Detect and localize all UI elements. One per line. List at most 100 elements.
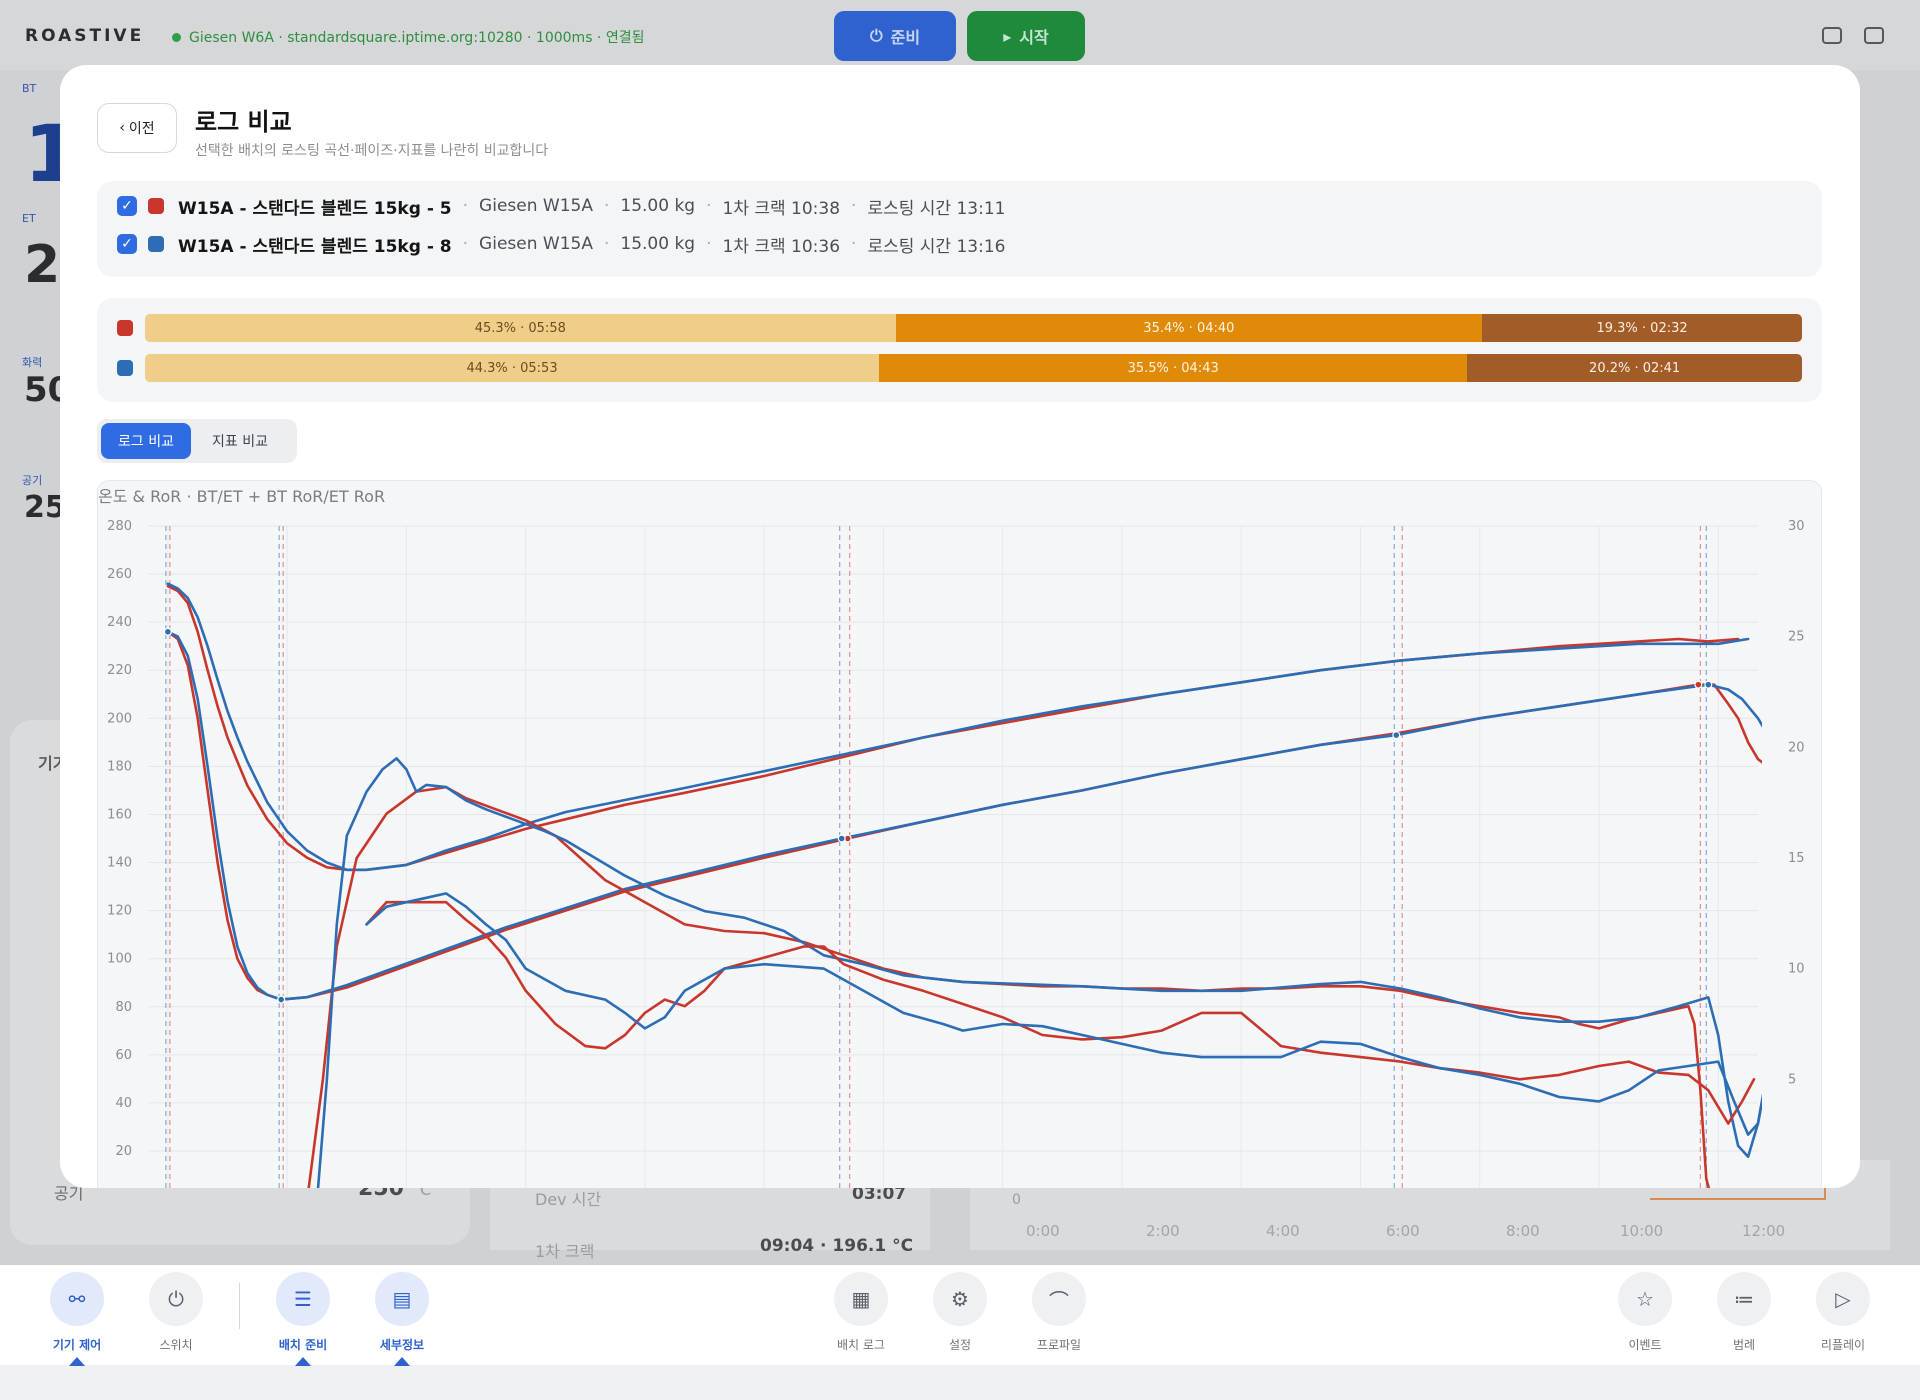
batch-machine: Giesen W15A xyxy=(479,196,593,216)
nav-settings[interactable]: ⚙ 설정 xyxy=(910,1272,1010,1353)
y-left-tick-label: 40 xyxy=(115,1096,132,1111)
start-button-label: 시작 xyxy=(1019,28,1049,47)
series-et-batch-5 xyxy=(166,584,1740,872)
nav-switch[interactable]: ⏻ 스위치 xyxy=(126,1272,226,1353)
back-button[interactable]: ‹ 이전 xyxy=(97,103,177,153)
event-marker xyxy=(837,834,846,843)
y-left-tick-label: 200 xyxy=(107,711,132,726)
batch-first-crack: 1차 크랙 10:38 xyxy=(722,198,841,219)
dev-time-label: Dev 시간 xyxy=(535,1190,602,1209)
mini-axis-tick: 12:00 xyxy=(1742,1222,1786,1240)
nav-profile[interactable]: ⌒ 프로파일 xyxy=(1009,1272,1109,1353)
y-right-tick-label: 25 xyxy=(1788,630,1805,645)
mini-axis-tick: 4:00 xyxy=(1266,1222,1300,1240)
series-bt-ror-batch-5 xyxy=(307,785,1711,1188)
nav-settings-label: 설정 xyxy=(948,1338,972,1352)
batch-row[interactable]: ✓ W15A - 스탠다드 블렌드 15kg - 8 · Giesen W15A… xyxy=(117,232,1005,257)
temperature-chart: 280 260 240 220 200 180 160 140 120 100 80 60 40 20 30… xyxy=(97,480,1822,1188)
nav-device-control[interactable]: ⚯ 기기 제어 xyxy=(27,1272,127,1366)
phase-color-swatch xyxy=(117,320,133,336)
document-icon: ▤ xyxy=(375,1272,429,1326)
sidebar-toggle-icon[interactable] xyxy=(1822,27,1842,44)
readout-label-bt: BT xyxy=(22,82,37,95)
y-left-tick-label: 260 xyxy=(107,567,132,582)
bottom-strip xyxy=(0,1365,1920,1400)
nav-events-label: 이벤트 xyxy=(1628,1338,1662,1352)
top-bar: ROASTIVE Giesen W6A · standardsquare.ipt… xyxy=(0,0,1920,70)
mini-axis-tick: 0:00 xyxy=(1026,1222,1060,1240)
nav-batch-log[interactable]: ▦ 배치 로그 xyxy=(811,1272,911,1353)
columns-layout-icon[interactable] xyxy=(1864,27,1884,44)
y-right-tick-label: 15 xyxy=(1788,851,1805,866)
readout-label-air: 공기 xyxy=(22,474,43,487)
nav-active-indicator xyxy=(295,1357,311,1366)
nav-legend-label: 범례 xyxy=(1732,1338,1756,1352)
nav-device-control-label: 기기 제어 xyxy=(52,1338,102,1352)
batch-first-crack: 1차 크랙 10:36 xyxy=(722,236,841,257)
mini-axis-tick: 10:00 xyxy=(1620,1222,1664,1240)
phase-segment-maillard: 35.4% · 04:40 xyxy=(895,314,1483,342)
chart-title: 온도 & RoR · BT/ET + BT RoR/ET RoR xyxy=(98,487,386,506)
nav-details[interactable]: ▤ 세부정보 xyxy=(352,1272,452,1366)
nav-replay[interactable]: ▷ 리플레이 xyxy=(1793,1272,1893,1353)
nav-active-indicator xyxy=(69,1357,85,1366)
batch-weight: 15.00 kg xyxy=(620,234,696,254)
nav-legend[interactable]: ≔ 범례 xyxy=(1694,1272,1794,1353)
tab-metric-compare[interactable]: 지표 비교 xyxy=(195,423,285,459)
connection-dot-icon xyxy=(172,32,181,42)
event-marker xyxy=(1694,680,1703,689)
nav-batch-log-label: 배치 로그 xyxy=(837,1338,885,1352)
back-button-label: 이전 xyxy=(128,121,155,137)
start-button[interactable]: ▸ 시작 xyxy=(967,11,1085,61)
batch-checkbox[interactable]: ✓ xyxy=(117,234,137,254)
device-control-icon: ⚯ xyxy=(50,1272,104,1326)
series-bt-batch-8 xyxy=(166,630,1762,1001)
nav-batch-prep-label: 배치 준비 xyxy=(278,1338,328,1352)
mini-chart-zero: 0 xyxy=(1012,1192,1021,1208)
y-left-tick-label: 280 xyxy=(107,519,132,534)
tab-log-compare[interactable]: 로그 비교 xyxy=(101,423,191,459)
table-icon: ▦ xyxy=(834,1272,888,1326)
first-crack-label: 1차 크랙 xyxy=(535,1242,595,1261)
compare-tabs: 로그 비교 지표 비교 xyxy=(97,419,297,463)
batch-machine: Giesen W15A xyxy=(479,234,593,254)
event-marker xyxy=(1392,731,1401,740)
batch-row[interactable]: ✓ W15A - 스탠다드 블렌드 15kg - 5 · Giesen W15A… xyxy=(117,194,1005,219)
nav-active-indicator xyxy=(394,1357,410,1366)
y-left-tick-label: 20 xyxy=(115,1144,132,1159)
phase-segment-development: 19.3% · 02:32 xyxy=(1482,314,1802,342)
chevron-left-icon: ‹ xyxy=(119,120,125,136)
y-left-tick-label: 60 xyxy=(115,1048,132,1063)
phase-segment-development: 20.2% · 02:41 xyxy=(1467,354,1802,382)
phase-comparison: 45.3% · 05:58 35.4% · 04:40 19.3% · 02:3… xyxy=(97,298,1822,402)
y-left-tick-label: 120 xyxy=(107,904,132,919)
chart-svg: 280 260 240 220 200 180 160 140 120 100 80 60 40 20 30… xyxy=(107,519,1805,1188)
batch-name: W15A - 스탠다드 블렌드 15kg - 5 xyxy=(178,198,452,219)
batch-color-swatch xyxy=(148,198,164,214)
nav-batch-prep[interactable]: ☰ 배치 준비 xyxy=(253,1272,353,1366)
batch-color-swatch xyxy=(148,236,164,252)
star-icon: ☆ xyxy=(1618,1272,1672,1326)
nav-events[interactable]: ☆ 이벤트 xyxy=(1595,1272,1695,1353)
series-et-batch-8 xyxy=(166,582,1750,872)
play-icon: ▸ xyxy=(1003,26,1012,46)
nav-separator xyxy=(239,1283,240,1329)
ready-button[interactable]: ⏻ 준비 xyxy=(834,11,956,61)
series-et-ror-batch-8 xyxy=(365,892,1762,1136)
y-left-tick-label: 180 xyxy=(107,759,132,774)
nav-details-label: 세부정보 xyxy=(379,1338,425,1352)
batch-name: W15A - 스탠다드 블렌드 15kg - 8 xyxy=(178,236,452,257)
phase-row: 45.3% · 05:58 35.4% · 04:40 19.3% · 02:3… xyxy=(117,314,1802,342)
series-bt-batch-5 xyxy=(166,630,1762,1001)
first-crack-value: 09:04 · 196.1 °C xyxy=(760,1236,914,1256)
list-icon: ☰ xyxy=(276,1272,330,1326)
power-icon: ⏻ xyxy=(869,26,883,45)
batch-checkbox[interactable]: ✓ xyxy=(117,196,137,216)
mini-axis-tick: 2:00 xyxy=(1146,1222,1180,1240)
mini-axis-tick: 8:00 xyxy=(1506,1222,1540,1240)
phase-segment-maillard: 35.5% · 04:43 xyxy=(879,354,1468,382)
y-left-tick-label: 220 xyxy=(107,663,132,678)
y-left-tick-label: 100 xyxy=(107,952,132,967)
y-right-tick-label: 30 xyxy=(1788,519,1805,534)
series-et-ror-batch-5 xyxy=(365,900,1756,1125)
